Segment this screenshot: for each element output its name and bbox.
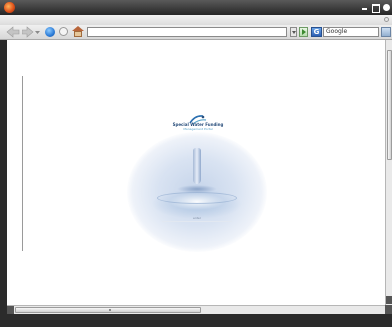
- back-button[interactable]: [6, 26, 20, 38]
- menu-bar: [0, 15, 392, 25]
- url-input[interactable]: [87, 27, 287, 37]
- scroll-down-button[interactable]: [386, 296, 392, 304]
- scroll-grip-icon: [109, 309, 111, 311]
- brand-logo: [189, 110, 207, 125]
- horizontal-scroll-thumb[interactable]: [15, 307, 201, 313]
- water-ripple: [157, 192, 237, 204]
- search-button[interactable]: [381, 27, 391, 37]
- page-content: Special Water Funding Management Portal …: [7, 40, 385, 305]
- page-divider: [22, 76, 23, 251]
- title-bar: [0, 0, 392, 15]
- window-left-frame: [0, 40, 7, 314]
- go-button[interactable]: [299, 27, 308, 37]
- arrow-left-icon: [6, 26, 20, 38]
- reload-button[interactable]: [45, 27, 55, 37]
- navigation-toolbar: G Google: [0, 25, 392, 40]
- forward-button[interactable]: [21, 26, 34, 38]
- history-dropdown-button[interactable]: [35, 26, 41, 38]
- maximize-icon[interactable]: [371, 3, 380, 13]
- vertical-scrollbar[interactable]: [385, 40, 392, 305]
- close-icon[interactable]: [382, 3, 391, 12]
- throbber-icon: [384, 17, 389, 22]
- logo-subtitle: Management Portal: [183, 127, 213, 131]
- search-input[interactable]: Google: [323, 27, 379, 37]
- horizontal-scrollbar[interactable]: [7, 305, 385, 314]
- scroll-left-button[interactable]: [7, 306, 14, 314]
- google-icon[interactable]: G: [311, 27, 322, 37]
- browser-window: G Google Special Water Funding Managemen…: [0, 0, 392, 327]
- arrow-right-icon: [21, 26, 34, 38]
- vertical-scroll-thumb[interactable]: [387, 50, 392, 160]
- url-dropdown-button[interactable]: [290, 27, 297, 37]
- browser-app-icon: [4, 2, 15, 13]
- stop-button[interactable]: [59, 27, 68, 36]
- status-bar: [0, 314, 392, 327]
- enter-divider: [162, 221, 232, 222]
- water-drop-column: [193, 148, 201, 184]
- home-button[interactable]: [72, 26, 84, 37]
- minimize-icon[interactable]: [360, 3, 369, 12]
- chevron-down-icon: [35, 31, 40, 34]
- enter-link[interactable]: enter: [175, 216, 219, 220]
- resize-handle[interactable]: [385, 305, 392, 314]
